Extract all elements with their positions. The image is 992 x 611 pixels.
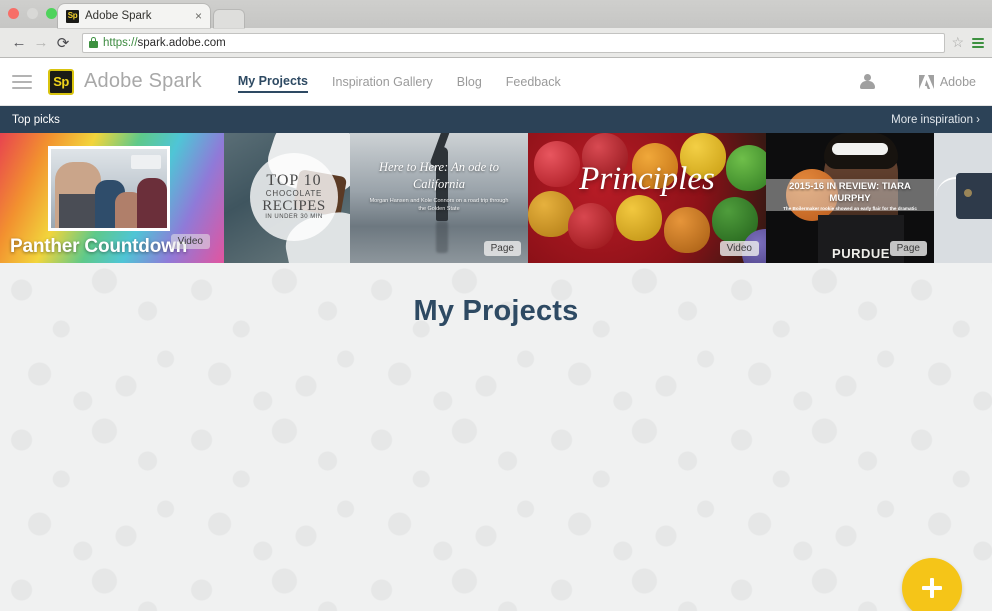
spark-logo-icon: Sp [48,68,74,95]
nav-link-blog[interactable]: Blog [457,71,482,93]
window-controls[interactable] [8,8,57,19]
carousel-item-badge: Page [483,241,521,256]
carousel-item-title: Panther Countdown [10,236,188,257]
url-scheme: https:// [103,36,138,49]
brand-logo[interactable]: Sp Adobe Spark [48,68,202,95]
carousel-item-principles[interactable]: Principles Video [528,133,766,263]
top-picks-title: Top picks [12,113,60,126]
carousel-photo [48,146,170,231]
forward-icon[interactable]: → [30,32,52,54]
new-tab-button[interactable] [214,10,244,28]
carousel-title-line-1: TOP 10 [266,172,322,190]
bookmark-star-icon[interactable]: ☆ [951,34,964,51]
carousel-item-subtitle: The Boilermaker rookie showed an early f… [783,206,917,211]
carousel-item-title: 2015-16 IN REVIEW: TIARA MURPHY [789,181,911,204]
carousel-title-line-3: RECIPES [262,197,326,214]
address-bar[interactable]: https:// spark.adobe.com [82,32,946,53]
lock-icon [89,37,98,48]
carousel-item-title: Principles [579,161,715,197]
adobe-logo-icon [918,74,934,89]
carousel-item-partial[interactable] [934,133,992,263]
page-title: My Projects [413,295,579,327]
back-icon[interactable]: ← [8,32,30,54]
top-picks-carousel[interactable]: Panther Countdown Video TOP 10 CHOCOLATE… [0,133,992,263]
more-inspiration-link[interactable]: More inspiration › [891,114,980,126]
app-navbar: Sp Adobe Spark My Projects Inspiration G… [0,58,992,106]
carousel-item-chocolate-recipes[interactable]: TOP 10 CHOCOLATE RECIPES IN UNDER 30 MIN [224,133,350,263]
account-person-icon[interactable] [859,73,875,90]
close-window-button[interactable] [8,8,19,19]
minimize-window-button[interactable] [27,8,38,19]
create-project-button[interactable] [902,558,962,611]
adobe-label: Adobe [939,74,976,89]
top-picks-bar: Top picks More inspiration › [0,106,992,133]
brand-name: Adobe Spark [84,70,202,92]
menu-hamburger-icon[interactable] [12,74,32,89]
url-host: spark.adobe.com [137,36,226,49]
reload-icon[interactable]: ⟳ [52,32,74,54]
carousel-item-tiara-murphy[interactable]: PURDUE 2015-16 IN REVIEW: TIARA MURPHY T… [766,133,934,263]
carousel-item-subtitle: Morgan Hansen and Kole Connors on a road… [369,198,509,213]
tab-title: Adobe Spark [85,10,152,22]
browser-chrome: Sp Adobe Spark × ← → ⟳ https:// spark.ad… [0,0,992,58]
adobe-account-link[interactable]: Adobe [918,74,976,89]
carousel-item-title-block: TOP 10 CHOCOLATE RECIPES IN UNDER 30 MIN [250,153,338,241]
plus-icon [920,576,944,600]
browser-tab[interactable]: Sp Adobe Spark × [58,4,210,28]
carousel-item-badge: Video [719,241,759,256]
carousel-item-title: Here to Here: An ode to California [379,160,499,191]
carousel-item-panther-countdown[interactable]: Panther Countdown Video [0,133,224,263]
close-tab-icon[interactable]: × [193,10,204,22]
favicon-icon: Sp [66,9,79,23]
nav-right-group: Adobe [859,73,976,90]
primary-nav: My Projects Inspiration Gallery Blog Fee… [237,70,561,93]
carousel-item-badge: Video [170,234,210,249]
carousel-title-line-4: IN UNDER 30 MIN [265,214,323,221]
nav-link-my-projects[interactable]: My Projects [237,70,309,93]
browser-toolbar: ← → ⟳ https:// spark.adobe.com ☆ [0,28,992,58]
carousel-item-here-to-here[interactable]: Here to Here: An ode to California Morga… [350,133,528,263]
maximize-window-button[interactable] [46,8,57,19]
browser-menu-icon[interactable] [972,37,984,48]
nav-link-inspiration-gallery[interactable]: Inspiration Gallery [332,71,433,93]
tab-strip: Sp Adobe Spark × [0,0,992,28]
carousel-item-badge: Page [889,241,927,256]
my-projects-section: My Projects BEIJING TRAVEL GUIDE 2016 ED… [0,263,992,611]
nav-link-feedback[interactable]: Feedback [506,71,561,93]
